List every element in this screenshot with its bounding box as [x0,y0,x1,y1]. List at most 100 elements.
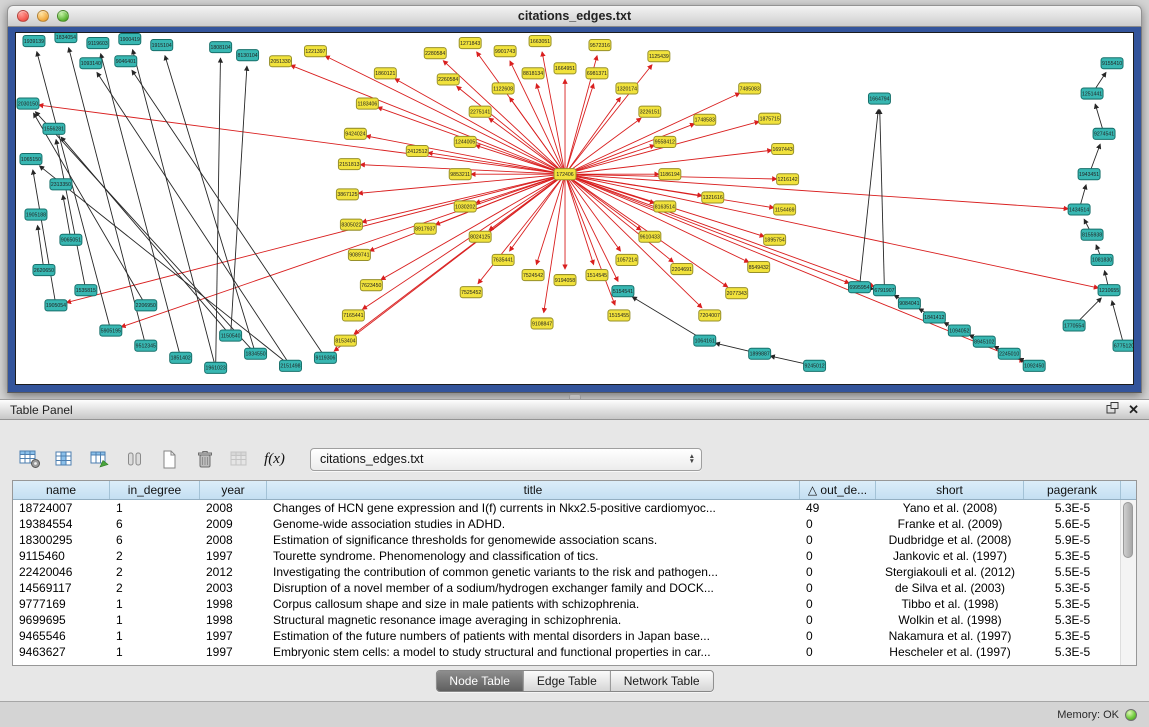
select-columns-button[interactable] [51,446,78,473]
network-node[interactable]: 8153404 [334,335,356,346]
network-node[interactable]: 1094052 [948,325,970,336]
network-node[interactable]: 1515455 [608,310,630,321]
network-node[interactable]: 1064161 [694,335,716,346]
delete-table-button[interactable] [191,446,218,473]
network-node[interactable]: 9512345 [135,340,157,351]
function-builder-button[interactable]: f(x) [261,446,288,473]
network-node[interactable]: 9274541 [1093,128,1115,139]
column-header-name[interactable]: name [13,481,110,499]
column-settings-button[interactable] [16,446,43,473]
network-node[interactable]: 7204007 [699,310,721,321]
network-node[interactable]: 8917937 [414,223,436,234]
network-node[interactable]: 1125439 [648,51,670,62]
network-node[interactable]: 9901743 [494,46,516,57]
network-node[interactable]: 1210655 [1098,285,1120,296]
zoom-window-button[interactable] [57,10,69,22]
network-node[interactable]: 1221397 [304,46,326,57]
network-node[interactable]: 9119306 [314,352,336,363]
network-node[interactable]: 2260584 [437,74,459,85]
network-node[interactable]: 2151498 [280,360,302,371]
network-node[interactable]: 9065051 [60,234,82,245]
network-node[interactable]: 1748583 [694,114,716,125]
tab-edge-table[interactable]: Edge Table [524,671,611,691]
table-scrollbar[interactable] [1120,500,1136,665]
network-node[interactable]: 9424024 [344,128,366,139]
network-node[interactable]: 9194058 [554,275,576,286]
network-node[interactable]: 7165441 [342,310,364,321]
network-node[interactable]: 1320174 [616,83,638,94]
network-node[interactable]: 1081830 [1091,254,1113,265]
network-node[interactable]: 9084041 [898,298,920,309]
table-row[interactable]: 1938455462009Genome-wide association stu… [13,516,1136,532]
network-node[interactable]: 2280584 [424,48,446,59]
network-node[interactable]: 1663051 [529,36,551,47]
network-node[interactable]: 1770554 [1063,320,1085,331]
network-canvas[interactable]: 1724061186194816351496104331057214151454… [15,32,1134,385]
network-node[interactable]: 1183406 [356,98,378,109]
network-node[interactable]: 7635441 [492,254,514,265]
network-node[interactable]: 1875715 [759,113,781,124]
table-row[interactable]: 1872400712008Changes of HCN gene express… [13,500,1136,516]
network-node[interactable]: 1556281 [43,123,65,134]
network-node[interactable]: 1900419 [119,34,141,45]
tab-node-table[interactable]: Node Table [436,671,524,691]
close-panel-icon[interactable]: ✕ [1128,402,1139,418]
network-node[interactable]: 172406 [554,169,576,180]
network-node[interactable]: 1514545 [586,270,608,281]
minimize-window-button[interactable] [37,10,49,22]
network-node[interactable]: 6775120 [1113,340,1133,351]
network-node[interactable]: 1664951 [554,63,576,74]
network-node[interactable]: 9245012 [804,360,826,371]
network-node[interactable]: 1943451 [1078,169,1100,180]
float-panel-icon[interactable] [1106,402,1119,417]
column-header-title[interactable]: title [267,481,800,499]
window-titlebar[interactable]: citations_edges.txt [7,5,1142,27]
network-node[interactable]: 5905195 [100,325,122,336]
merge-table-button-disabled[interactable] [226,446,253,473]
network-node[interactable]: 7525452 [460,287,482,298]
network-node[interactable]: 1851402 [170,352,192,363]
network-node[interactable]: 1664794 [868,93,890,104]
network-node[interactable]: 1841412 [923,312,945,323]
table-row[interactable]: 911546021997Tourette syndrome. Phenomeno… [13,548,1136,564]
network-node[interactable]: 9610433 [639,231,661,242]
network-node[interactable]: 1092450 [1023,360,1045,371]
network-node[interactable]: 8024125 [469,231,491,242]
network-node[interactable]: 8945102 [973,336,995,347]
network-node[interactable]: 1244005 [454,136,476,147]
network-node[interactable]: 2412512 [406,145,428,156]
network-node[interactable]: 1834550 [245,348,267,359]
network-node[interactable]: 1150540 [220,330,242,341]
column-header-pagerank[interactable]: pagerank [1024,481,1121,499]
new-table-button[interactable] [156,446,183,473]
network-node[interactable]: 9119603 [87,38,109,49]
close-window-button[interactable] [17,10,29,22]
network-node[interactable]: 2204691 [671,263,693,274]
network-node[interactable]: 1939139 [23,36,45,47]
table-row[interactable]: 2242004622012Investigating the contribut… [13,564,1136,580]
network-node[interactable]: 9558412 [654,136,676,147]
network-node[interactable]: 1860121 [374,68,396,79]
network-node[interactable]: 3867125 [336,189,358,200]
network-node[interactable]: 7623450 [360,280,382,291]
table-row[interactable]: 977716911998Corpus callosum shape and si… [13,596,1136,612]
network-node[interactable]: 1834054 [55,33,77,43]
network-node[interactable]: 1899887 [749,348,771,359]
network-node[interactable]: 8155938 [1081,229,1103,240]
table-row[interactable]: 946362711997Embryonic stem cells: a mode… [13,644,1136,660]
network-node[interactable]: 1251441 [1081,88,1103,99]
network-node[interactable]: 2275141 [469,106,491,117]
network-node[interactable]: 9046401 [115,56,137,67]
column-header-year[interactable]: year [200,481,267,499]
network-node[interactable]: 1154469 [774,204,796,215]
network-node[interactable]: 2030150 [17,98,39,109]
network-node[interactable]: 7485083 [739,83,761,94]
network-node[interactable]: 6981371 [586,68,608,79]
network-node[interactable]: 8130104 [237,50,259,61]
network-node[interactable]: 1321616 [702,192,724,203]
column-header-short[interactable]: short [876,481,1024,499]
tab-network-table[interactable]: Network Table [611,671,713,691]
network-node[interactable]: 1905054 [45,300,67,311]
network-node[interactable]: 2206950 [135,300,157,311]
network-node[interactable]: 1030202 [454,201,476,212]
